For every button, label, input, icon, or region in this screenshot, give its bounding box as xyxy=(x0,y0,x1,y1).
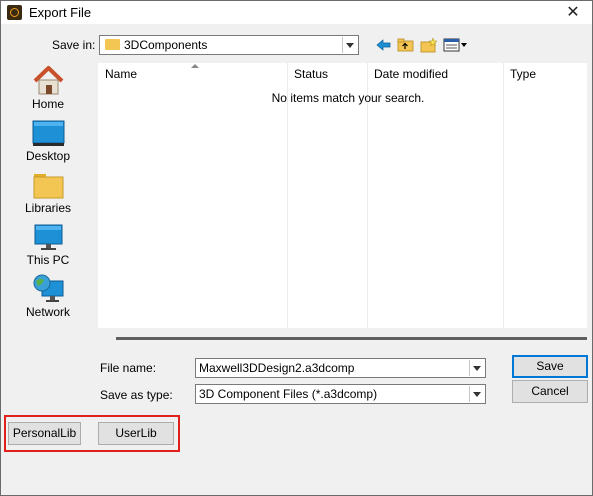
title-bar: Export File ✕ xyxy=(1,1,592,24)
empty-message: No items match your search. xyxy=(271,91,425,105)
personal-lib-button[interactable]: PersonalLib xyxy=(8,422,81,445)
sort-ascending-icon xyxy=(191,64,199,68)
place-this-pc[interactable]: This PC xyxy=(8,219,88,271)
save-in-label: Save in: xyxy=(52,38,96,52)
save-as-type-value: 3D Component Files (*.a3dcomp) xyxy=(199,387,378,401)
place-desktop[interactable]: Desktop xyxy=(8,115,88,167)
place-network[interactable]: Network xyxy=(8,271,88,323)
app-icon xyxy=(7,5,22,20)
chevron-down-icon[interactable] xyxy=(469,386,484,402)
places-bar: Home Desktop Libraries This PC Network xyxy=(8,63,88,327)
column-header-name[interactable]: Name xyxy=(105,67,137,81)
chevron-down-icon[interactable] xyxy=(469,360,484,376)
view-menu-icon[interactable] xyxy=(443,37,469,53)
save-as-type-label: Save as type: xyxy=(100,388,173,402)
user-lib-button[interactable]: UserLib xyxy=(98,422,174,445)
column-header-date-modified[interactable]: Date modified xyxy=(374,67,448,81)
new-folder-icon[interactable] xyxy=(420,37,438,53)
place-label: This PC xyxy=(26,253,70,267)
place-label: Libraries xyxy=(24,201,72,215)
chevron-down-icon[interactable] xyxy=(342,37,357,53)
horizontal-scrollbar[interactable] xyxy=(116,337,587,340)
home-icon xyxy=(33,66,64,95)
desktop-icon xyxy=(32,120,65,146)
this-pc-icon xyxy=(34,224,63,250)
save-button[interactable]: Save xyxy=(512,355,588,378)
file-name-input[interactable]: Maxwell3DDesign2.a3dcomp xyxy=(195,358,486,378)
folder-icon xyxy=(105,39,120,50)
file-name-label: File name: xyxy=(100,361,157,375)
export-file-dialog: Export File ✕ Save in: 3DComponents Home… xyxy=(0,0,593,496)
place-libraries[interactable]: Libraries xyxy=(8,167,88,219)
save-in-value: 3DComponents xyxy=(124,38,208,52)
libraries-icon xyxy=(33,174,64,199)
column-header-status[interactable]: Status xyxy=(294,67,328,81)
cancel-button[interactable]: Cancel xyxy=(512,380,588,403)
column-header-type[interactable]: Type xyxy=(510,67,536,81)
place-label: Network xyxy=(25,305,70,319)
network-icon xyxy=(33,274,64,302)
save-in-dropdown[interactable]: 3DComponents xyxy=(99,35,359,55)
file-name-value: Maxwell3DDesign2.a3dcomp xyxy=(199,361,355,375)
window-title: Export File xyxy=(29,5,92,20)
save-as-type-dropdown[interactable]: 3D Component Files (*.a3dcomp) xyxy=(195,384,486,404)
place-label: Home xyxy=(31,97,64,111)
up-folder-icon[interactable] xyxy=(397,37,415,53)
back-arrow-icon[interactable] xyxy=(375,37,393,53)
place-home[interactable]: Home xyxy=(8,63,88,115)
file-list[interactable]: Name Status Date modified Type No items … xyxy=(98,63,587,328)
close-button[interactable]: ✕ xyxy=(558,2,588,23)
place-label: Desktop xyxy=(25,149,71,163)
